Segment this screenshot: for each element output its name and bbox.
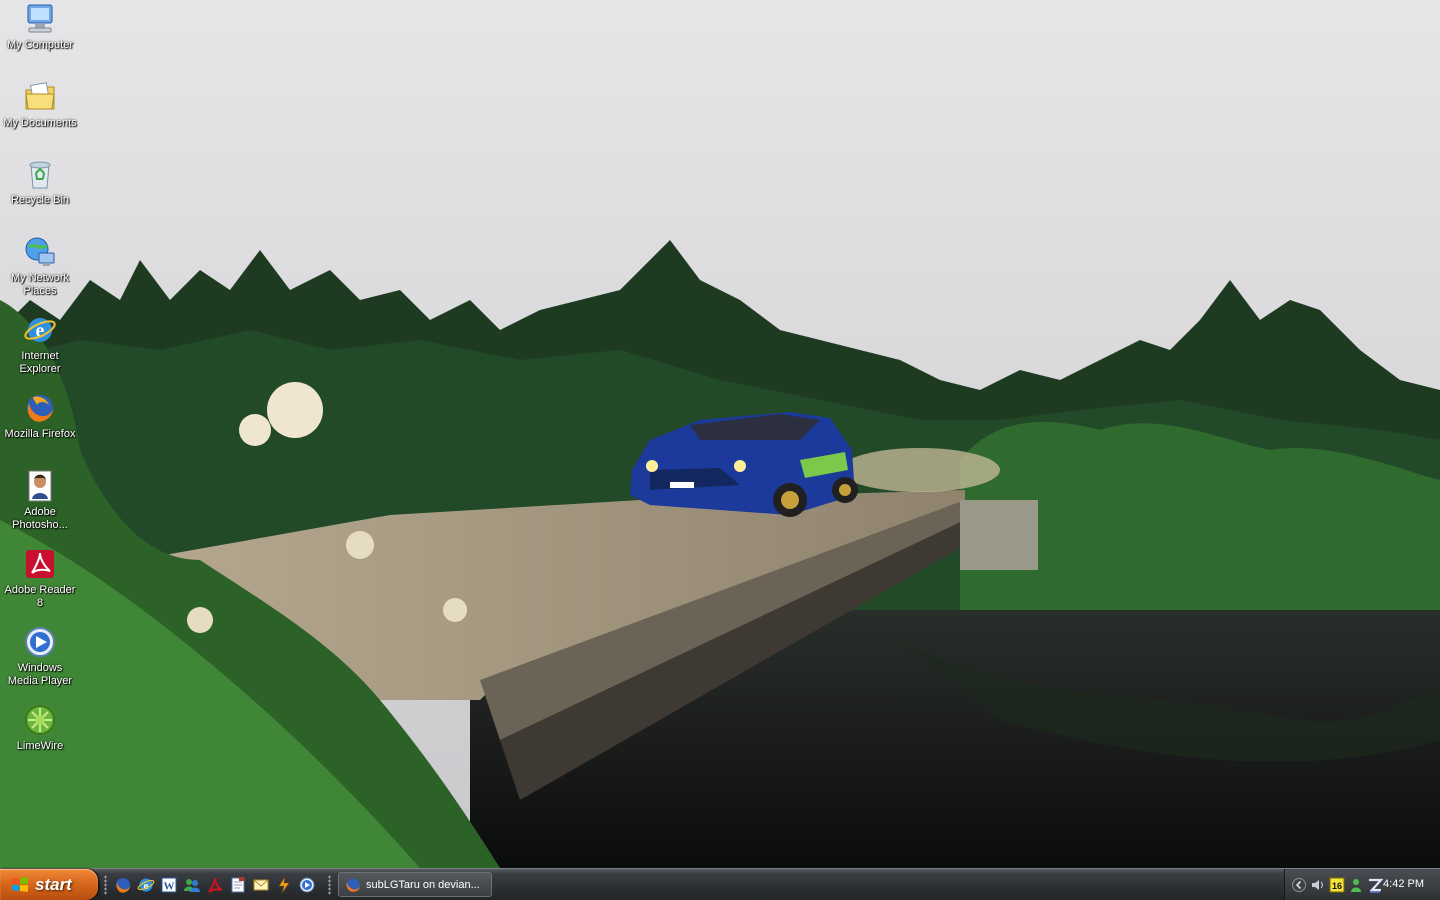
windows-logo-icon xyxy=(12,876,28,892)
winamp-icon[interactable] xyxy=(275,876,293,894)
desktop-icon-media-player[interactable]: Windows Media Player xyxy=(2,625,78,688)
media-player-icon[interactable] xyxy=(298,876,316,894)
photoshop-icon xyxy=(28,470,52,502)
taskbar-button-label: subLGTaru on devian... xyxy=(366,878,480,891)
my-computer-icon xyxy=(27,4,53,33)
desktop-icon-label: Adobe Reader 8 xyxy=(4,584,76,609)
my-documents-icon xyxy=(25,82,55,110)
system-tray: 16 4:42 PM xyxy=(1284,869,1440,900)
clock[interactable]: 4:42 PM xyxy=(1383,878,1424,890)
desktop-icon-label: Mozilla Firefox xyxy=(4,428,76,440)
internet-explorer-icon: e xyxy=(24,318,56,342)
desktop-icon-adobe-reader[interactable]: Adobe Reader 8 xyxy=(2,547,78,610)
taskbar-grip[interactable] xyxy=(328,875,331,895)
taskbar: start e W subLGTaru on devian... 16 4:42… xyxy=(0,868,1440,900)
firefox-icon xyxy=(27,395,53,422)
messenger-icon[interactable] xyxy=(1348,877,1364,893)
desktop-icon-firefox[interactable]: Mozilla Firefox xyxy=(2,391,78,441)
desktop-icon-label: My Documents xyxy=(3,117,77,129)
desktop: My Computer My Documents Recycle Bin My … xyxy=(0,0,1440,868)
recycle-bin-icon xyxy=(29,161,51,189)
calendar-badge-text: 16 xyxy=(1332,881,1342,891)
svg-text:W: W xyxy=(164,880,175,892)
chevron-left-icon[interactable] xyxy=(1291,877,1307,893)
wallpaper-rally-car-bridge xyxy=(0,0,1440,868)
desktop-icon-internet-explorer[interactable]: e Internet Explorer xyxy=(2,313,78,376)
desktop-icon-label: LimeWire xyxy=(16,740,64,752)
word-icon[interactable]: W xyxy=(160,876,178,894)
quick-launch-bar: e W xyxy=(114,869,321,900)
desktop-icon-limewire[interactable]: LimeWire xyxy=(2,703,78,753)
desktop-icon-my-computer[interactable]: My Computer xyxy=(2,2,78,52)
desktop-icon-label: My Network Places xyxy=(10,272,70,297)
desktop-icon-label: My Computer xyxy=(6,39,74,51)
desktop-icon-label: Recycle Bin xyxy=(10,194,70,206)
start-button[interactable]: start xyxy=(0,869,98,900)
firefox-icon xyxy=(346,878,360,892)
desktop-icon-label: Adobe Photosho... xyxy=(12,506,68,531)
speaker-icon[interactable] xyxy=(1310,877,1326,893)
network-places-icon xyxy=(25,237,55,266)
media-player-icon xyxy=(25,627,55,657)
desktop-icon-label: Internet Explorer xyxy=(19,350,61,375)
taskbar-button-firefox-window[interactable]: subLGTaru on devian... xyxy=(338,872,492,897)
messenger-icon[interactable] xyxy=(183,876,201,894)
limewire-icon xyxy=(25,705,55,735)
zone-alarm-icon[interactable] xyxy=(1367,877,1383,893)
start-label: start xyxy=(35,874,72,894)
outlook-icon[interactable] xyxy=(252,876,270,894)
desktop-icon-recycle-bin[interactable]: Recycle Bin xyxy=(2,157,78,207)
desktop-icon-my-documents[interactable]: My Documents xyxy=(2,80,78,130)
internet-explorer-icon[interactable]: e xyxy=(137,876,155,894)
desktop-icon-network-places[interactable]: My Network Places xyxy=(2,235,78,298)
desktop-icon-photoshop[interactable]: Adobe Photosho... xyxy=(2,469,78,532)
notepad-icon[interactable] xyxy=(229,876,247,894)
calendar-icon[interactable]: 16 xyxy=(1329,877,1345,893)
desktop-icon-label: Windows Media Player xyxy=(7,662,73,687)
adobe-reader-icon[interactable] xyxy=(206,876,224,894)
quick-launch-grip[interactable] xyxy=(104,875,107,895)
firefox-icon[interactable] xyxy=(114,876,132,894)
adobe-reader-icon xyxy=(26,550,54,578)
